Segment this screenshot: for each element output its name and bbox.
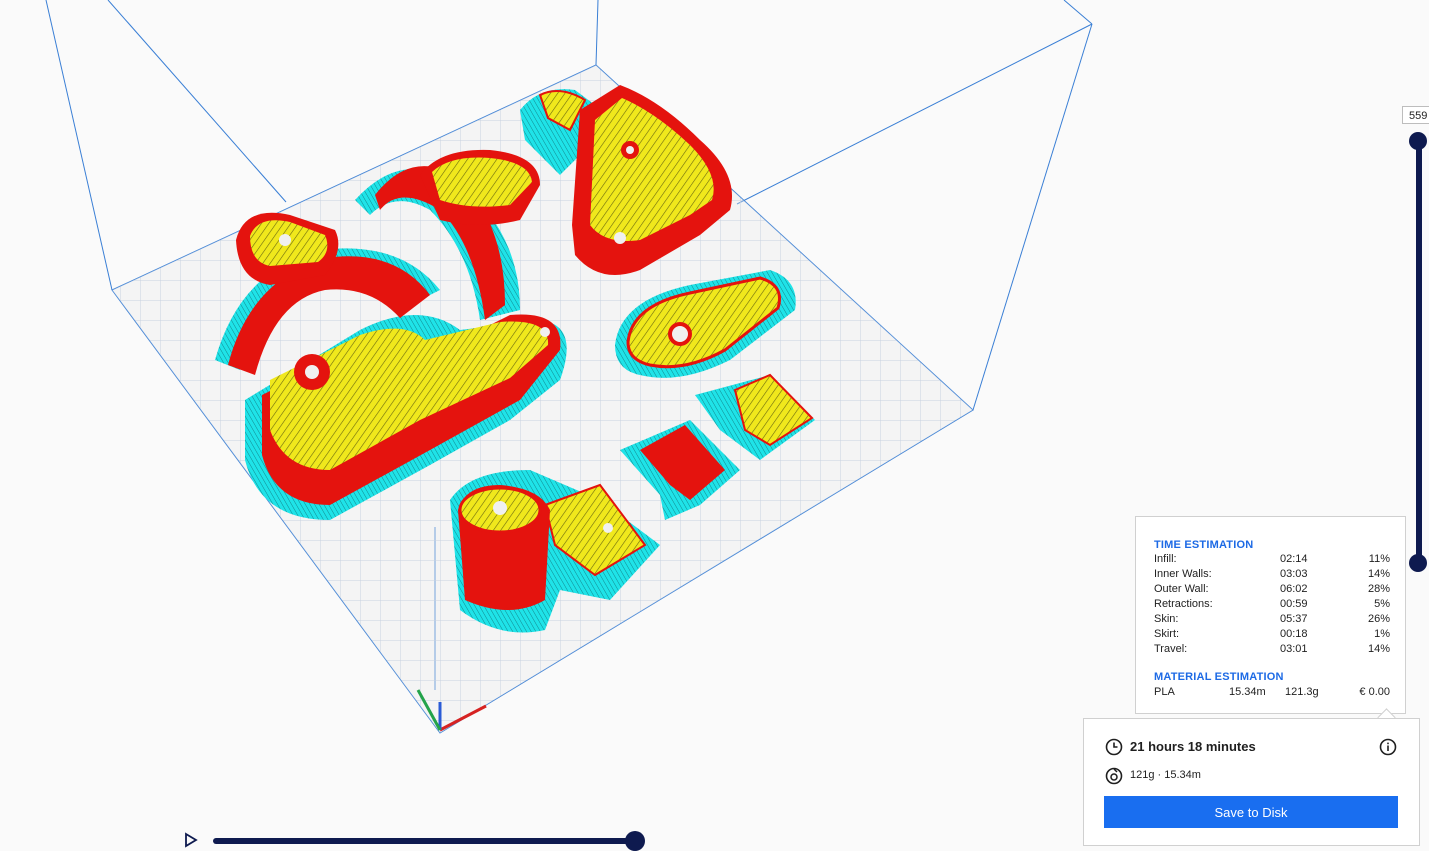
material-estimation-title: MATERIAL ESTIMATION <box>1154 671 1284 683</box>
layer-slider[interactable]: 559 <box>1402 100 1429 580</box>
print-estimate-popup: TIME ESTIMATION Infill: 02:14 11% Inner … <box>1135 516 1406 714</box>
time-row-time: 06:02 <box>1280 583 1308 595</box>
simulation-slider-track[interactable] <box>213 838 636 844</box>
layer-number-input[interactable]: 559 <box>1402 106 1429 124</box>
time-row-time: 05:37 <box>1280 613 1308 625</box>
time-row-time: 00:18 <box>1280 628 1308 640</box>
info-icon[interactable] <box>1379 738 1397 756</box>
save-to-disk-button[interactable]: Save to Disk <box>1104 796 1398 828</box>
clock-icon <box>1105 738 1123 756</box>
time-row-time: 02:14 <box>1280 553 1308 565</box>
material-cost: € 0.00 <box>1359 686 1390 698</box>
time-row: Skirt: 00:18 1% <box>1154 627 1390 642</box>
simulation-slider-handle[interactable] <box>625 831 645 851</box>
material-row: PLA 15.34m 121.3g € 0.00 <box>1154 685 1390 700</box>
layer-slider-bottom-handle[interactable] <box>1409 554 1427 572</box>
time-row-percent: 14% <box>1367 568 1390 580</box>
spool-icon <box>1105 767 1123 785</box>
time-row-time: 03:03 <box>1280 568 1308 580</box>
time-estimation-title: TIME ESTIMATION <box>1154 539 1254 551</box>
time-row: Infill: 02:14 11% <box>1154 552 1390 567</box>
time-row-time: 00:59 <box>1280 598 1308 610</box>
time-row-percent: 14% <box>1367 643 1390 655</box>
time-row-label: Skirt: <box>1154 628 1180 640</box>
print-time: 21 hours 18 minutes <box>1130 739 1256 754</box>
time-row-percent: 5% <box>1374 598 1390 610</box>
time-row-label: Inner Walls: <box>1154 568 1212 580</box>
time-row-time: 03:01 <box>1280 643 1308 655</box>
material-weight: 121.3g <box>1285 686 1319 698</box>
time-row-label: Travel: <box>1154 643 1188 655</box>
time-row-label: Infill: <box>1154 553 1177 565</box>
time-row: Retractions: 00:59 5% <box>1154 597 1390 612</box>
time-row: Outer Wall: 06:02 28% <box>1154 582 1390 597</box>
time-row: Skin: 05:37 26% <box>1154 612 1390 627</box>
layer-slider-track[interactable] <box>1416 140 1422 565</box>
time-row: Travel: 03:01 14% <box>1154 642 1390 657</box>
time-row-percent: 28% <box>1367 583 1390 595</box>
time-row-label: Skin: <box>1154 613 1179 625</box>
time-row-label: Retractions: <box>1154 598 1213 610</box>
material-summary: 121g · 15.34m <box>1130 769 1201 781</box>
time-row-percent: 26% <box>1367 613 1390 625</box>
time-row: Inner Walls: 03:03 14% <box>1154 567 1390 582</box>
time-row-percent: 11% <box>1368 553 1390 565</box>
material-name: PLA <box>1154 686 1175 698</box>
material-length: 15.34m <box>1229 686 1266 698</box>
layer-slider-top-handle[interactable] <box>1409 132 1427 150</box>
time-row-label: Outer Wall: <box>1154 583 1209 595</box>
print-summary-card: 21 hours 18 minutes 121g · 15.34m Save t… <box>1083 718 1420 846</box>
part-rounded-pad[interactable] <box>420 149 540 225</box>
time-row-percent: 1% <box>1374 628 1390 640</box>
